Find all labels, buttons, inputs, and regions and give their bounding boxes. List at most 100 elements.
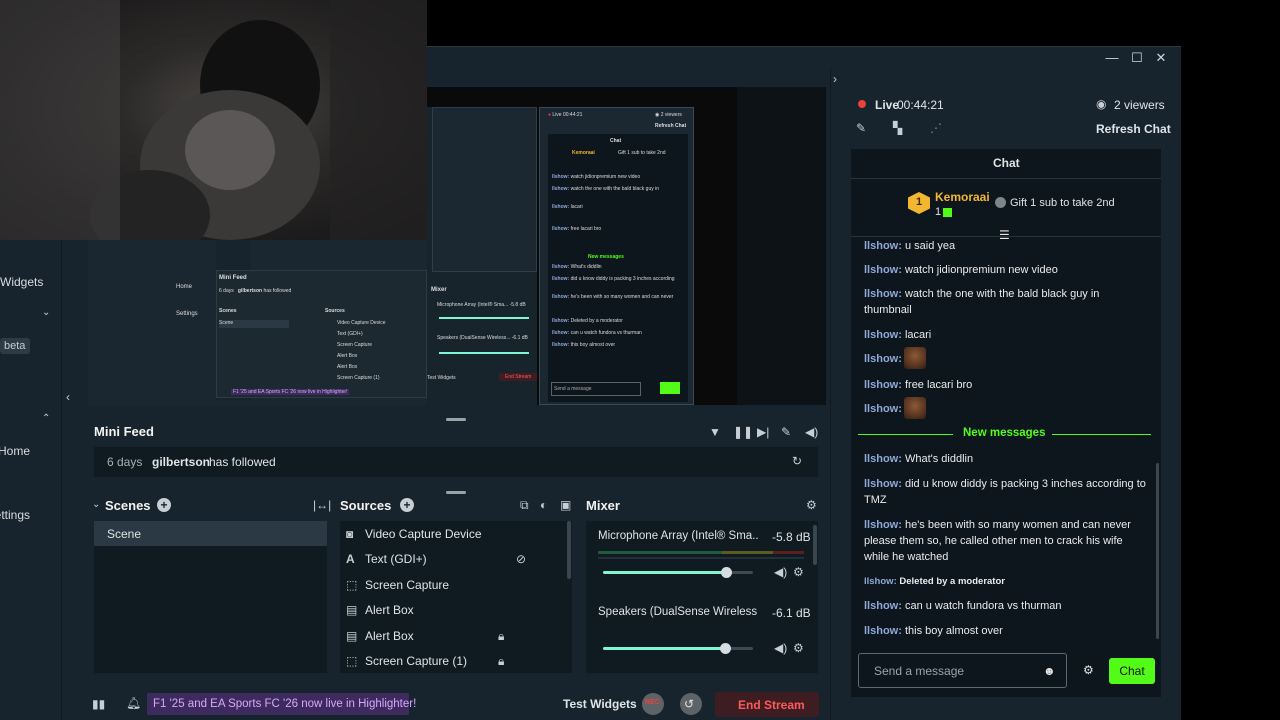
chat-message: llshow: he's been with so many women and…	[864, 519, 1131, 563]
refresh-chat-button[interactable]: Refresh Chat	[1096, 122, 1171, 136]
mixer-channel-name: Speakers (DualSense Wireless...	[598, 606, 758, 618]
minimize-icon[interactable]: —	[1105, 51, 1119, 65]
chat-message: llshow: lacari	[864, 329, 932, 341]
nav-item-settings[interactable]: Settings	[0, 508, 30, 522]
nav-item-home[interactable]: Home	[0, 444, 30, 458]
source-item[interactable]: A Text (GDI+) ⊘	[340, 546, 568, 571]
speaker-icon[interactable]: ◀)	[774, 565, 787, 579]
test-widgets-button[interactable]: Test Widgets	[563, 697, 637, 711]
volume-slider-fill	[603, 647, 725, 650]
emote-image	[904, 397, 926, 419]
chevron-down-icon[interactable]: ⌄	[92, 498, 100, 512]
feed-action: has followed	[209, 455, 276, 469]
add-source-icon[interactable]: +	[400, 498, 414, 512]
pause-icon[interactable]: ❚❚	[733, 425, 753, 439]
chat-message: llshow: u said yea	[864, 240, 956, 252]
gift-icon	[943, 208, 952, 217]
stream-timer: 00:44:21	[897, 98, 944, 112]
mini-feed-item: 6 days gilbertson has followed ↻	[94, 447, 818, 477]
folder-icon[interactable]: ▣	[560, 498, 571, 512]
refresh-icon[interactable]: ↻	[792, 454, 802, 468]
emoji-icon[interactable]: ☻	[1043, 664, 1056, 678]
source-item[interactable]: ⬚ Screen Capture (1) 🔒︎	[340, 648, 568, 673]
collapse-dock-icon[interactable]: ›	[833, 72, 837, 86]
source-item[interactable]: ◙ Video Capture Device	[340, 521, 568, 546]
feed-user[interactable]: gilbertson	[152, 455, 210, 469]
end-stream-button[interactable]: End Stream	[715, 692, 819, 717]
add-scene-icon[interactable]: +	[157, 498, 171, 512]
gear-icon[interactable]: ⚙	[806, 498, 817, 512]
skip-icon[interactable]: ▶|	[757, 425, 769, 439]
scene-transition-icon[interactable]: |↔|	[313, 498, 331, 512]
chat-message: llshow: did u know diddy is packing 3 in…	[864, 478, 1146, 506]
lock-icon[interactable]: 🔒︎	[498, 654, 504, 668]
top-gifter-name[interactable]: Kemoraai	[935, 190, 990, 204]
mixer-panel: Microphone Array (Intel® Sma... -5.8 dB …	[586, 521, 818, 673]
preview-capture-left: Mini Feed 6 days gilbertson has followed…	[88, 240, 427, 405]
stats-bar-icon[interactable]: ▮▮	[92, 697, 105, 711]
replay-buffer-button[interactable]: ↺	[680, 693, 702, 715]
send-chat-button[interactable]: Chat	[1109, 658, 1155, 684]
gear-icon[interactable]: ⚙	[793, 565, 804, 579]
share-icon[interactable]: ⋰	[930, 121, 942, 135]
collapse-arrow-icon[interactable]: ‹	[66, 390, 70, 404]
chevron-down-icon[interactable]: ⌄	[42, 306, 50, 320]
chat-settings-gear-icon[interactable]: ⚙	[1083, 663, 1094, 677]
emote-image	[904, 347, 926, 369]
audio-meter	[598, 551, 804, 554]
lock-icon[interactable]: 🔒︎	[498, 629, 504, 643]
feed-time: 6 days	[107, 455, 143, 469]
source-item[interactable]: ▤ Alert Box 🔒︎	[340, 623, 568, 648]
source-item[interactable]: ▤ Alert Box	[340, 597, 568, 622]
gift-slot-icon	[995, 197, 1006, 208]
hidden-eye-icon[interactable]: ⊘	[516, 552, 526, 566]
filter-icon[interactable]: ▼	[709, 425, 721, 439]
close-icon[interactable]: ✕	[1154, 51, 1168, 65]
gift-prompt[interactable]: Gift 1 sub to take 2nd	[1010, 197, 1115, 209]
sources-scrollbar[interactable]	[567, 521, 571, 579]
resize-handle[interactable]	[446, 418, 466, 421]
viewer-count: 2 viewers	[1114, 98, 1165, 112]
chat-message-deleted: llshow: Deleted by a moderator	[864, 576, 1005, 587]
mixer-title: Mixer	[586, 498, 620, 513]
mini-editor-capture: Mini Feed 6 days gilbertson has followed…	[216, 270, 427, 398]
gear-icon[interactable]: ⚙	[793, 641, 804, 655]
volume-slider-fill	[603, 571, 726, 574]
speaker-icon[interactable]: ◀)	[774, 641, 787, 655]
source-audio-icon[interactable]: ◐	[540, 498, 547, 512]
volume-slider-handle[interactable]	[721, 567, 732, 578]
alert-box-icon: ▤	[346, 629, 358, 643]
screen-capture-icon: ⬚	[346, 578, 358, 592]
volume-slider-handle[interactable]	[720, 643, 731, 654]
mixer-channel-db: -6.1 dB	[772, 606, 811, 620]
edit-pencil-icon[interactable]: ✎	[856, 121, 866, 135]
live-label: Live	[875, 98, 900, 112]
left-navigation: Widgets ⌄ beta ⌃ Home Settings	[0, 240, 62, 720]
sources-title: Sources	[340, 498, 392, 513]
chat-title: Chat	[993, 156, 1020, 170]
chat-message: llshow: can u watch fundora vs thurman	[864, 600, 1062, 612]
new-messages-divider: New messages	[963, 427, 1046, 439]
scene-item[interactable]: Scene	[94, 521, 327, 546]
alert-box-icon: ▤	[346, 603, 358, 617]
scenes-list: Scene	[94, 521, 327, 673]
mini-chat-capture: ● Live 00:44:21 ◉ 2 viewers Refresh Chat…	[539, 107, 694, 405]
chat-message: llshow: watch the one with the bald blac…	[864, 288, 1100, 316]
chevron-up-icon[interactable]: ⌃	[42, 412, 50, 426]
maximize-icon[interactable]: ☐	[1130, 51, 1144, 65]
chat-scrollbar[interactable]	[1156, 463, 1159, 639]
volume-icon[interactable]: ◀)	[805, 425, 818, 439]
source-group-icon[interactable]: ⧉	[520, 498, 529, 512]
screen-capture-icon: ⬚	[346, 654, 358, 668]
scenes-title: Scenes	[105, 498, 151, 513]
nav-item-widgets[interactable]: Widgets	[0, 275, 43, 289]
mixer-scrollbar[interactable]	[813, 525, 817, 565]
record-button[interactable]: REC	[642, 693, 664, 715]
source-item[interactable]: ⬚ Screen Capture	[340, 572, 568, 597]
mute-alerts-icon[interactable]: ✎	[781, 425, 791, 439]
clip-icon[interactable]: ▚	[893, 121, 902, 135]
promo-banner[interactable]: F1 '25 and EA Sports FC '26 now live in …	[147, 693, 416, 715]
resize-handle[interactable]	[446, 491, 466, 494]
chat-input[interactable]: Send a message ☻	[858, 653, 1067, 688]
notification-bell-icon[interactable]: 🔔︎	[126, 696, 141, 710]
